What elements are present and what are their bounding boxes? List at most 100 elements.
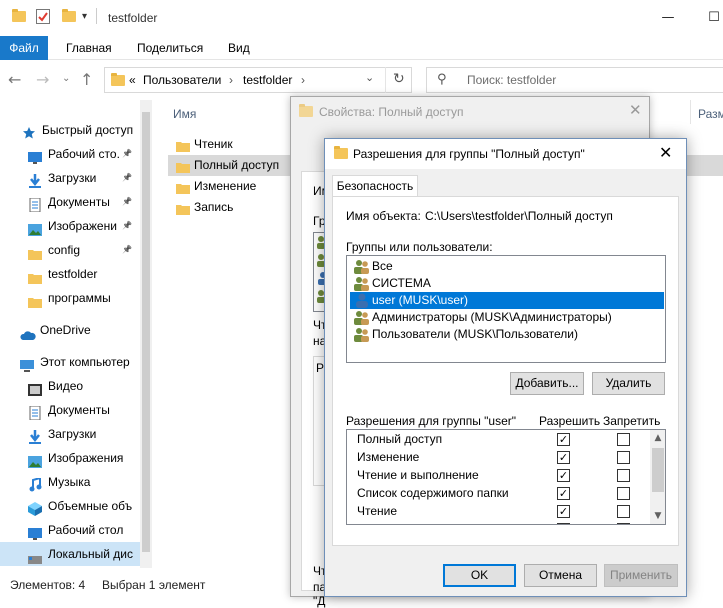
quick-access-dropdown-icon[interactable]: ▾ [82, 11, 87, 22]
up-arrow-icon[interactable]: ↑ [80, 70, 93, 89]
sidebar-item[interactable]: Этот компьютер [0, 350, 152, 374]
sidebar-item-label: Документы [48, 403, 110, 417]
allow-checkbox[interactable] [557, 523, 570, 524]
search-input[interactable]: ⚲ Поиск: testfolder [426, 67, 723, 93]
tab-view[interactable]: Вид [228, 36, 250, 60]
sidebar-item[interactable]: Изображени 📌 [0, 214, 152, 238]
users-icon [354, 259, 370, 274]
sidebar-item[interactable]: testfolder [0, 262, 152, 286]
tab-file[interactable]: Файл [0, 36, 48, 60]
permissions-scrollbar[interactable]: ▲ ▼ [650, 430, 665, 524]
tab-security[interactable]: Безопасность [332, 175, 418, 197]
ribbon-tabs: Файл Главная Поделиться Вид [0, 36, 723, 60]
remove-button[interactable]: Удалить [592, 372, 665, 395]
forward-arrow-icon[interactable]: → [36, 70, 49, 89]
maximize-button[interactable]: ☐ [694, 6, 723, 30]
desktop-icon [28, 524, 42, 540]
file-row[interactable]: Запись [174, 197, 290, 218]
user-list-item[interactable]: Пользователи (MUSK\Пользователи) [350, 326, 664, 343]
deny-checkbox[interactable] [617, 469, 630, 482]
address-chevron[interactable]: « [129, 73, 136, 87]
refresh-icon[interactable]: ↻ [393, 71, 405, 87]
file-row[interactable]: Полный доступ [174, 155, 290, 176]
permission-row: Список содержимого папки ✓ [347, 484, 647, 502]
sidebar-item[interactable]: Быстрый доступ [0, 118, 152, 142]
allow-checkbox[interactable]: ✓ [557, 433, 570, 446]
sidebar-item[interactable]: Загрузки [0, 422, 152, 446]
sidebar-item-label: Музыка [48, 475, 91, 489]
user-list-item[interactable]: user (MUSK\user) [350, 292, 664, 309]
file-name: Изменение [194, 179, 257, 193]
object-name-value: C:\Users\testfolder\Полный доступ [425, 209, 613, 223]
sidebar-item[interactable]: Загрузки 📌 [0, 166, 152, 190]
deny-checkbox[interactable] [617, 505, 630, 518]
permissions-list: ▲ ▼ Полный доступ ✓ Изменение ✓ Чтение и вып… [346, 429, 666, 525]
allow-checkbox[interactable]: ✓ [557, 469, 570, 482]
properties-icon[interactable] [36, 9, 50, 24]
sidebar-item-label: Изображени [48, 219, 117, 233]
breadcrumb-users[interactable]: Пользователи [143, 73, 221, 87]
cancel-button[interactable]: Отмена [524, 564, 597, 587]
address-bar[interactable]: « Пользователи › testfolder › ⌄ ↻ [104, 67, 412, 93]
nav-scrollbar-thumb[interactable] [142, 112, 150, 552]
permissions-close-icon[interactable]: ✕ [659, 143, 672, 162]
deny-checkbox[interactable] [617, 433, 630, 446]
breadcrumb-testfolder[interactable]: testfolder [243, 73, 292, 87]
nav-scrollbar[interactable] [140, 100, 152, 568]
file-name: Запись [194, 200, 234, 214]
tab-home[interactable]: Главная [66, 36, 112, 60]
sidebar-item[interactable]: Документы [0, 398, 152, 422]
ok-button[interactable]: OK [443, 564, 516, 587]
sidebar-item-label: Рабочий сто. [48, 147, 120, 161]
navigation-pane: Быстрый доступ Рабочий сто. 📌 Загрузки 📌 Доку… [0, 100, 152, 568]
groups-listbox[interactable]: Все СИСТЕМА user (MUSK\user) Администраторы… [346, 255, 666, 363]
sidebar-item[interactable]: Локальный дис [0, 542, 152, 566]
download-icon [28, 428, 42, 444]
sidebar-item[interactable]: программы [0, 286, 152, 310]
allow-checkbox[interactable]: ✓ [557, 487, 570, 500]
column-header-name[interactable]: Имя [173, 107, 196, 121]
new-folder-icon[interactable] [62, 9, 76, 25]
apply-button[interactable]: Применить [604, 564, 678, 587]
user-list-item[interactable]: Администраторы (MUSK\Администраторы) [350, 309, 664, 326]
column-header-size[interactable]: Разме [698, 107, 723, 121]
music-icon [28, 476, 42, 492]
permissions-scrollbar-thumb[interactable] [652, 448, 664, 492]
user-list-item[interactable]: СИСТЕМА [350, 275, 664, 292]
minimize-button[interactable]: — [648, 6, 688, 30]
folder-icon [334, 146, 348, 162]
desktop-icon [28, 148, 42, 164]
folder-icon [299, 104, 313, 120]
pictures-icon [28, 220, 42, 236]
allow-checkbox[interactable]: ✓ [557, 451, 570, 464]
scroll-up-icon[interactable]: ▲ [650, 430, 665, 446]
sidebar-item[interactable]: Рабочий сто. 📌 [0, 142, 152, 166]
tab-share[interactable]: Поделиться [137, 36, 203, 60]
permission-label: Список содержимого папки [357, 486, 509, 500]
pin-icon: 📌 [122, 245, 132, 254]
properties-close-icon[interactable]: ✕ [629, 101, 642, 119]
file-row[interactable]: Чтеник [174, 134, 290, 155]
sidebar-item[interactable]: Документы 📌 [0, 190, 152, 214]
file-name: Чтеник [194, 137, 233, 151]
sidebar-item[interactable]: OneDrive [0, 318, 152, 342]
sidebar-item[interactable]: Изображения [0, 446, 152, 470]
recent-dropdown-icon[interactable]: ⌄ [62, 73, 70, 84]
scroll-down-icon[interactable]: ▼ [650, 508, 665, 524]
add-button[interactable]: Добавить... [510, 372, 584, 395]
deny-checkbox[interactable] [617, 523, 630, 524]
sidebar-item[interactable]: Объемные объ [0, 494, 152, 518]
allow-checkbox[interactable]: ✓ [557, 505, 570, 518]
sidebar-item[interactable]: config 📌 [0, 238, 152, 262]
sidebar-item[interactable]: Рабочий стол [0, 518, 152, 542]
deny-checkbox[interactable] [617, 451, 630, 464]
address-dropdown-icon[interactable]: ⌄ [365, 71, 374, 84]
sidebar-item[interactable]: Музыка [0, 470, 152, 494]
user-list-item[interactable]: Все [350, 258, 664, 275]
computer-icon [20, 356, 34, 372]
back-arrow-icon[interactable]: ← [8, 70, 21, 89]
pin-icon: 📌 [122, 149, 132, 158]
deny-checkbox[interactable] [617, 487, 630, 500]
sidebar-item[interactable]: Видео [0, 374, 152, 398]
file-row[interactable]: Изменение [174, 176, 290, 197]
